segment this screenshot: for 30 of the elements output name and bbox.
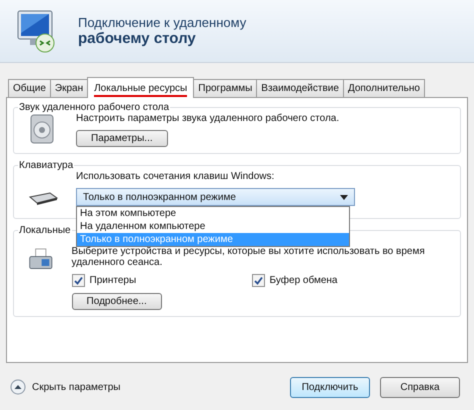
- dialog-button[interactable]: Справка: [380, 376, 460, 398]
- group-title: Звук удаленного рабочего стола: [18, 102, 170, 113]
- dialog-button[interactable]: Подключить: [290, 376, 370, 398]
- check-icon: [74, 276, 83, 285]
- hide-options-button[interactable]: Скрыть параметры: [10, 379, 120, 395]
- tab[interactable]: Дополнительно: [342, 79, 425, 97]
- dropdown-option[interactable]: На удаленном компьютере: [77, 220, 349, 233]
- collapse-icon: [10, 379, 26, 395]
- check-icon: [254, 276, 263, 285]
- tab[interactable]: Экран: [50, 79, 88, 97]
- checkbox[interactable]: Принтеры: [72, 274, 192, 287]
- tab[interactable]: Программы: [193, 79, 258, 97]
- settings-button[interactable]: Параметры...: [76, 130, 168, 147]
- window-title: Подключение к удаленному: [78, 15, 246, 30]
- checkbox[interactable]: Буфер обмена: [252, 274, 372, 287]
- details-button[interactable]: Подробнее...: [72, 293, 162, 310]
- monitor-icon: [16, 9, 56, 53]
- keyboard-icon: [28, 191, 58, 205]
- tab[interactable]: Общие: [8, 79, 51, 97]
- dropdown-option[interactable]: На этом компьютере: [77, 207, 349, 220]
- description: Выберите устройства и ресурсы, которые вы хотите использовать во время удаленного сеанса.: [72, 246, 426, 268]
- tab[interactable]: Локальные ресурсы: [87, 77, 194, 98]
- group-title: Клавиатура: [18, 160, 74, 171]
- description: Настроить параметры звука удаленного рабочего стола.: [76, 113, 340, 124]
- description: Использовать сочетания клавиш Windows:: [76, 171, 274, 182]
- group-title: Локальные: [18, 225, 72, 236]
- window-title: рабочему столу: [78, 30, 197, 47]
- dropdown[interactable]: Только в полноэкранном режиме: [76, 188, 355, 206]
- caret-icon: [340, 194, 348, 200]
- tab[interactable]: Взаимодействие: [256, 79, 344, 97]
